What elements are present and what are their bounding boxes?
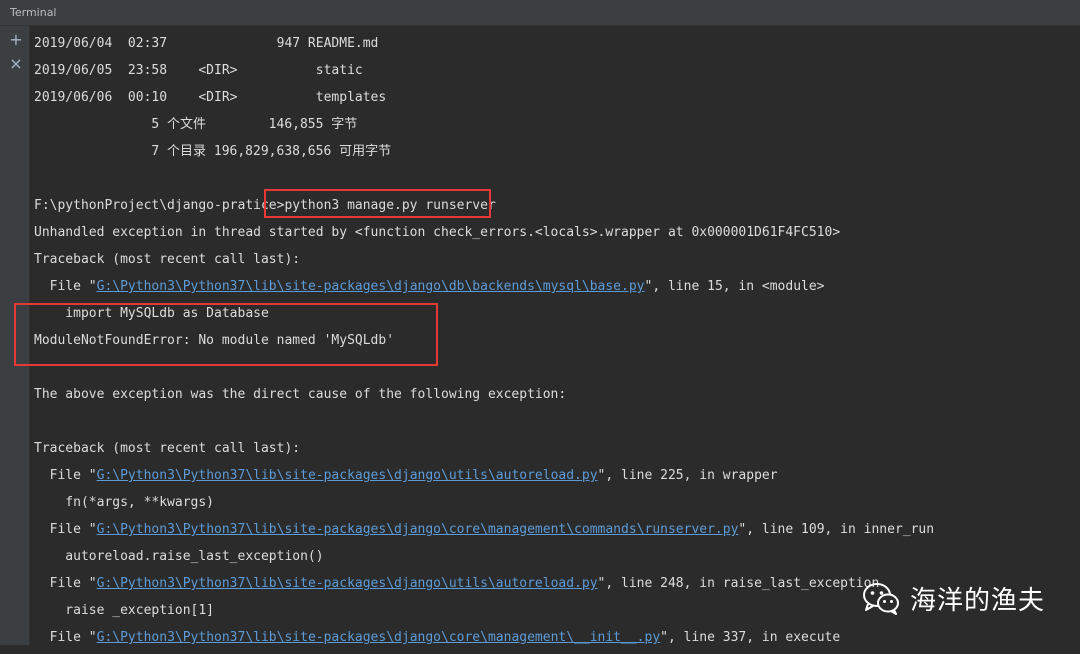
line-text: 5 个文件 146,855 字节 [34,117,358,132]
line-text: raise _exception[1] [34,603,215,618]
wechat-icon [863,583,899,615]
line-text: ", line 337, in execute [660,630,841,645]
watermark-text: 海洋的渔夫 [910,585,1046,616]
line-text: File " [34,468,97,483]
line-text: Unhandled exception in thread started by… [34,225,841,240]
line-text: Traceback (most recent call last): [34,441,301,456]
line-text: File " [34,279,97,294]
terminal-line: 5 个文件 146,855 字节 [34,114,1080,141]
terminal-title-bar: Terminal [0,0,1080,26]
line-text: ", line 248, in raise_last_exception [597,576,880,591]
line-text: File " [34,630,97,645]
terminal-line: fn(*args, **kwargs) [34,492,1080,519]
terminal-line: File "G:\Python3\Python37\lib\site-packa… [34,465,1080,492]
line-text: Traceback (most recent call last): [34,252,301,267]
terminal-line: 2019/06/04 02:37 947 README.md [34,33,1080,60]
highlight-box-error [14,303,438,366]
terminal-line: F:\pythonProject\django-pratice>python3 … [34,195,1080,222]
line-text: 2019/06/05 23:58 <DIR> static [34,63,363,78]
file-path-link[interactable]: G:\Python3\Python37\lib\site-packages\dj… [97,630,661,645]
file-path-link[interactable]: G:\Python3\Python37\lib\site-packages\dj… [97,468,598,483]
line-text: autoreload.raise_last_exception() [34,549,324,564]
terminal-line: File "G:\Python3\Python37\lib\site-packa… [34,519,1080,546]
line-text: ", line 225, in wrapper [597,468,778,483]
terminal-line: Unhandled exception in thread started by… [34,222,1080,249]
line-text: 7 个目录 196,829,638,656 可用字节 [34,144,392,159]
file-path-link[interactable]: G:\Python3\Python37\lib\site-packages\dj… [97,522,739,537]
terminal-line: 2019/06/06 00:10 <DIR> templates [34,87,1080,114]
line-text: File " [34,576,97,591]
line-text: File " [34,522,97,537]
file-path-link[interactable]: G:\Python3\Python37\lib\site-packages\dj… [97,279,645,294]
terminal-title: Terminal [10,6,57,19]
line-text: ", line 109, in inner_run [738,522,935,537]
terminal-line: File "G:\Python3\Python37\lib\site-packa… [34,627,1080,654]
highlight-box-command [264,189,491,218]
line-text: 2019/06/06 00:10 <DIR> templates [34,90,387,105]
terminal-line: Traceback (most recent call last): [34,249,1080,276]
line-text: The above exception was the direct cause… [34,387,567,402]
terminal-line: 2019/06/05 23:58 <DIR> static [34,60,1080,87]
terminal-line: autoreload.raise_last_exception() [34,546,1080,573]
file-path-link[interactable]: G:\Python3\Python37\lib\site-packages\dj… [97,576,598,591]
terminal-line: Traceback (most recent call last): [34,438,1080,465]
close-session-icon[interactable]: × [8,56,24,72]
terminal-line: The above exception was the direct cause… [34,384,1080,411]
new-session-icon[interactable]: + [8,32,24,48]
line-text: ", line 15, in <module> [644,279,825,294]
terminal-line: 7 个目录 196,829,638,656 可用字节 [34,141,1080,168]
watermark: 海洋的渔夫 [862,578,1045,618]
line-text: 2019/06/04 02:37 947 README.md [34,36,379,51]
line-text: fn(*args, **kwargs) [34,495,215,510]
terminal-line: File "G:\Python3\Python37\lib\site-packa… [34,276,1080,303]
